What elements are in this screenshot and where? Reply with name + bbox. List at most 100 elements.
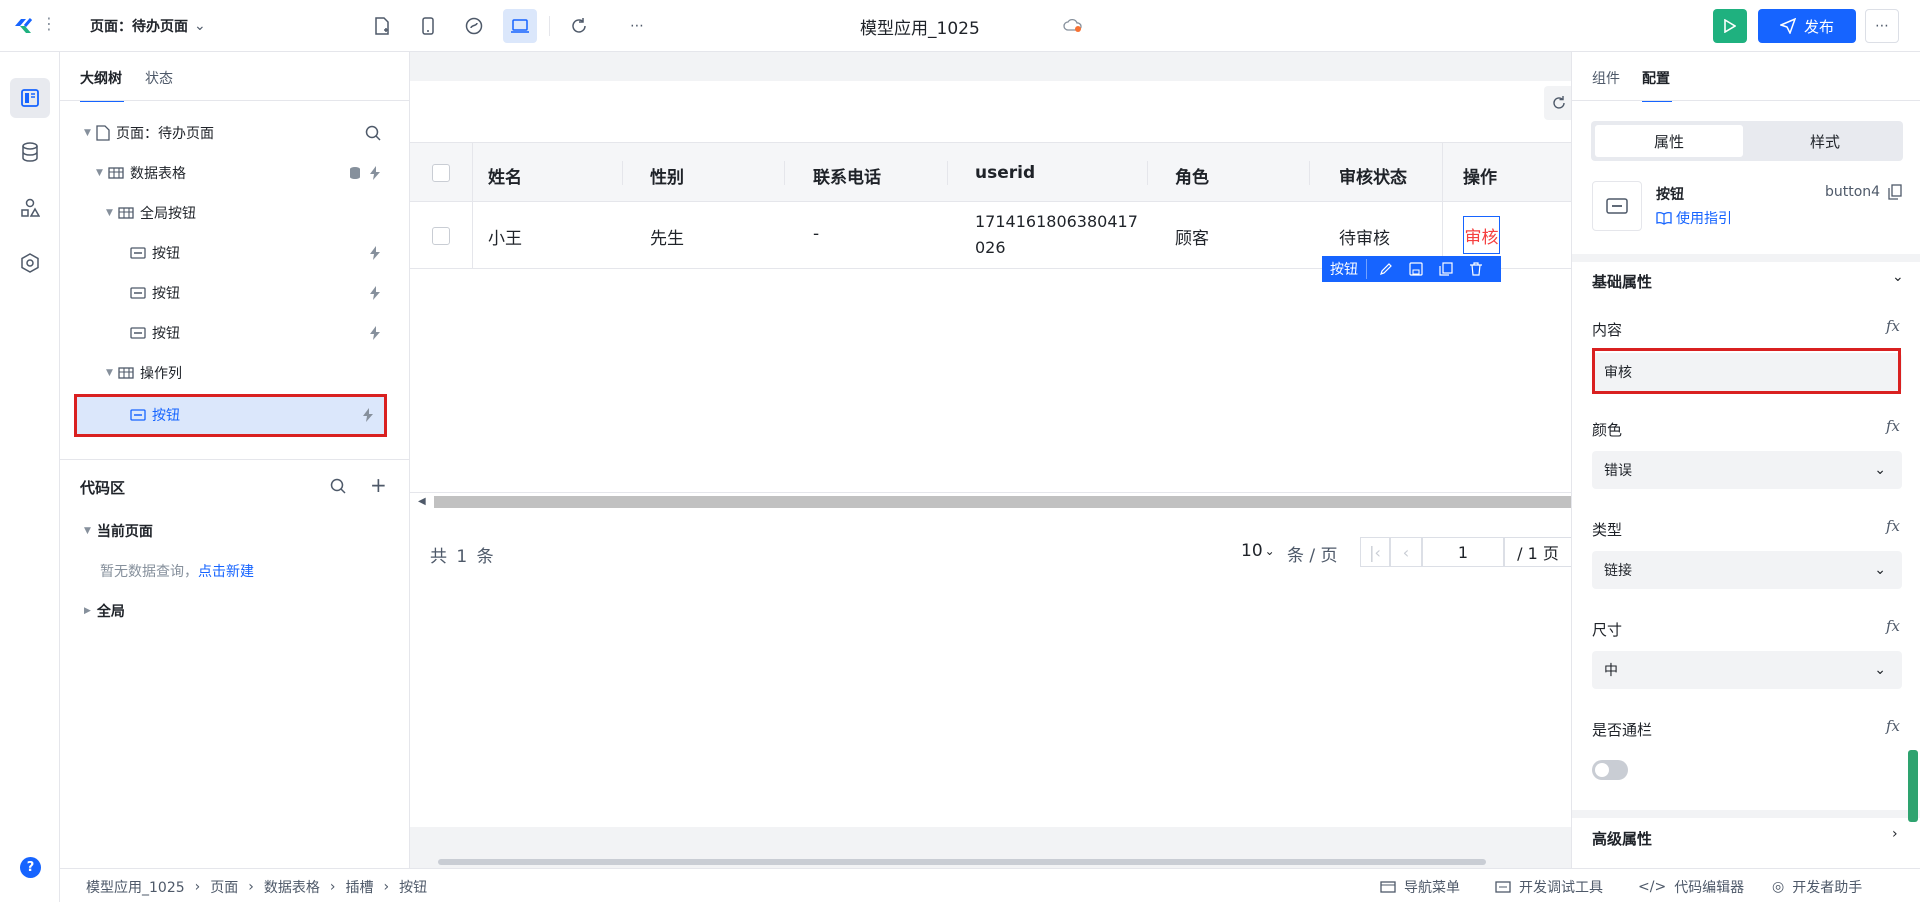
side-widget-handle[interactable] (1908, 750, 1918, 822)
tab-state[interactable]: 状态 (145, 68, 173, 88)
current-page-input[interactable]: 1 (1422, 537, 1504, 567)
column-header-name[interactable]: 姓名 (488, 163, 522, 188)
color-select[interactable]: 错误 ⌄ (1592, 451, 1902, 489)
caret-down-icon[interactable]: ▼ (106, 208, 118, 218)
canvas-refresh-icon[interactable] (1544, 86, 1574, 120)
global-group[interactable]: ▶ 全局 (84, 601, 125, 621)
components-nav-icon[interactable] (10, 188, 50, 228)
chevron-right-icon[interactable]: › (1892, 826, 1898, 842)
breadcrumb-item[interactable]: 页面 (210, 877, 238, 897)
more-horizontal-icon[interactable]: ⋯ (620, 9, 654, 43)
copy-icon[interactable] (1439, 262, 1453, 276)
tree-node-button[interactable]: 按钮 (60, 313, 409, 353)
desktop-view-icon[interactable] (503, 9, 537, 43)
lightning-icon[interactable] (369, 326, 381, 340)
outline-nav-icon[interactable] (10, 78, 50, 118)
app-menu-dots-icon[interactable]: ⋮ (41, 14, 57, 33)
scrollbar-thumb[interactable] (434, 496, 1571, 508)
debug-tool[interactable]: 开发调试工具 (1495, 877, 1603, 897)
current-page-group[interactable]: ▼ 当前页面 (84, 521, 153, 541)
column-header-role[interactable]: 角色 (1175, 163, 1209, 188)
tree-node-action-column[interactable]: ▼ 操作列 (60, 353, 409, 393)
breadcrumb-item[interactable]: 按钮 (399, 877, 427, 897)
database-small-icon[interactable] (349, 166, 361, 180)
fx-expression-icon[interactable]: fx (1886, 617, 1900, 635)
column-header-userid[interactable]: userid (975, 163, 1035, 183)
scroll-left-arrow-icon[interactable]: ◀ (418, 496, 426, 507)
publish-button[interactable]: 发布 (1758, 9, 1856, 43)
add-page-icon[interactable] (365, 9, 399, 43)
nav-menu-tool[interactable]: 导航菜单 (1380, 877, 1460, 897)
tree-node-global-buttons[interactable]: ▼ 全局按钮 (60, 193, 409, 233)
tab-components[interactable]: 组件 (1592, 68, 1620, 88)
usage-guide-link[interactable]: 使用指引 (1656, 208, 1732, 228)
caret-down-icon[interactable]: ▼ (84, 128, 96, 138)
miniprogram-view-icon[interactable] (457, 9, 491, 43)
fx-expression-icon[interactable]: fx (1886, 317, 1900, 335)
search-icon[interactable] (330, 478, 346, 494)
prev-page-icon[interactable]: ‹ (1390, 537, 1422, 567)
mobile-view-icon[interactable] (411, 9, 445, 43)
block-toggle[interactable] (1592, 760, 1628, 780)
column-header-phone[interactable]: 联系电话 (813, 163, 881, 188)
segment-attributes[interactable]: 属性 (1595, 125, 1743, 157)
debug-tool-icon (1495, 881, 1511, 893)
copy-id-icon[interactable] (1888, 184, 1902, 200)
row-checkbox[interactable] (432, 227, 450, 245)
first-page-icon[interactable]: |‹ (1360, 537, 1390, 567)
tree-node-button[interactable]: 按钮 (60, 273, 409, 313)
delete-trash-icon[interactable] (1469, 262, 1483, 276)
tab-config[interactable]: 配置 (1642, 68, 1670, 88)
breadcrumb-item[interactable]: 数据表格 (264, 877, 320, 897)
column-header-action[interactable]: 操作 (1463, 163, 1497, 188)
fx-expression-icon[interactable]: fx (1886, 517, 1900, 535)
help-icon[interactable]: ? (20, 857, 41, 878)
fx-expression-icon[interactable]: fx (1886, 417, 1900, 435)
canvas-scrollbar-thumb[interactable] (438, 859, 1486, 865)
more-options-button[interactable]: ⋯ (1865, 9, 1899, 43)
column-header-gender[interactable]: 性别 (650, 163, 684, 188)
pager-total: 共 1 条 (430, 547, 496, 567)
database-nav-icon[interactable] (10, 132, 50, 172)
breadcrumb: 模型应用_1025 › 页面 › 数据表格 › 插槽 › 按钮 (86, 877, 428, 897)
fx-expression-icon[interactable]: fx (1886, 717, 1900, 735)
app-logo-icon[interactable] (12, 16, 34, 36)
code-editor-tool[interactable]: </> 代码编辑器 (1638, 877, 1744, 897)
page-size-select[interactable]: 10 ⌄ (1241, 541, 1275, 561)
dev-assistant-tool[interactable]: ◎ 开发者助手 (1772, 877, 1862, 897)
add-icon[interactable]: + (370, 473, 387, 497)
save-icon[interactable] (1409, 262, 1423, 276)
basic-props-header[interactable]: 基础属性 (1592, 271, 1652, 292)
size-select[interactable]: 中 ⌄ (1592, 651, 1902, 689)
tab-outline-tree[interactable]: 大纲树 (80, 68, 122, 88)
search-icon[interactable] (365, 125, 381, 141)
type-label: 类型 (1592, 521, 1623, 539)
column-header-status[interactable]: 审核状态 (1339, 163, 1407, 188)
create-query-link[interactable]: 点击新建 (198, 564, 254, 580)
tree-node-page[interactable]: ▼ 页面：待办页面 (60, 113, 409, 153)
caret-down-icon[interactable]: ▼ (106, 368, 118, 378)
lightning-icon[interactable] (369, 286, 381, 300)
breadcrumb-item[interactable]: 插槽 (345, 877, 373, 897)
tree-node-data-table[interactable]: ▼ 数据表格 (60, 153, 409, 193)
breadcrumb-item[interactable]: 模型应用_1025 (86, 877, 185, 897)
review-action-link[interactable]: 审核 (1463, 216, 1500, 254)
size-select-value: 中 (1604, 663, 1618, 679)
caret-down-icon[interactable]: ▼ (96, 168, 108, 178)
tree-node-button[interactable]: 按钮 (60, 233, 409, 273)
select-all-checkbox[interactable] (432, 164, 450, 182)
chevron-down-icon[interactable]: ⌄ (1892, 269, 1904, 285)
segment-style[interactable]: 样式 (1751, 125, 1899, 157)
tree-node-label: 数据表格 (130, 166, 186, 182)
lightning-icon[interactable] (369, 246, 381, 260)
lightning-icon[interactable] (369, 166, 381, 180)
advanced-props-header[interactable]: 高级属性 (1592, 828, 1652, 849)
refresh-icon[interactable] (562, 9, 596, 43)
edit-pencil-icon[interactable] (1379, 262, 1393, 276)
table-horizontal-scrollbar[interactable]: ◀ (410, 492, 1571, 510)
type-select[interactable]: 链接 ⌄ (1592, 551, 1902, 589)
run-preview-button[interactable] (1713, 9, 1747, 43)
settings-hex-icon[interactable] (10, 243, 50, 283)
page-selector[interactable]: 页面：待办页面 ⌄ (90, 16, 206, 36)
publish-label: 发布 (1803, 17, 1834, 36)
